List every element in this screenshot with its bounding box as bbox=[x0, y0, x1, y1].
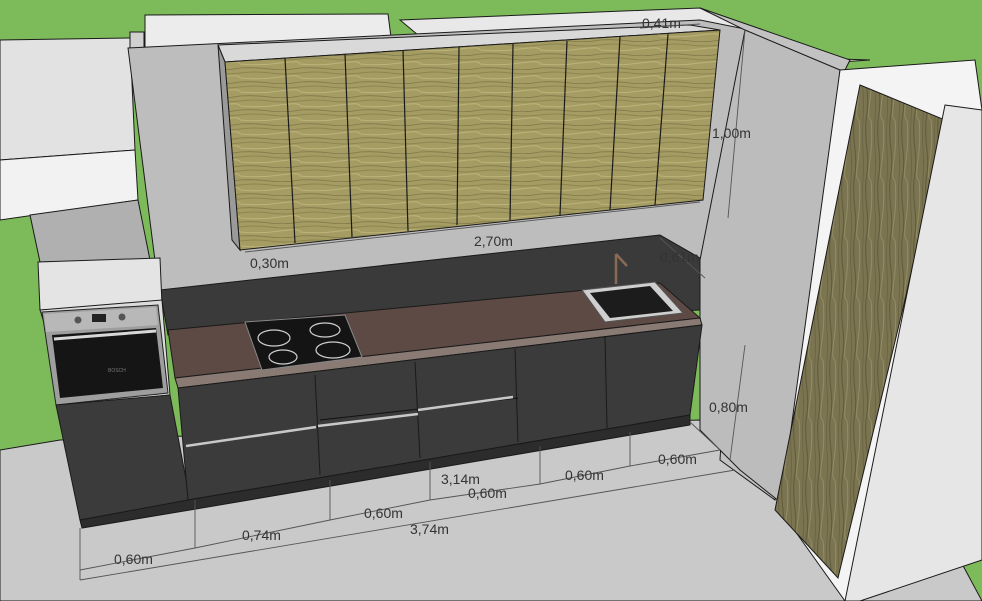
oven-column-base bbox=[55, 394, 191, 521]
dim-backsplash-height: 0,61m bbox=[660, 249, 699, 265]
dim-segment-4: 0,60m bbox=[468, 485, 507, 501]
dim-upper-height: 1,00m bbox=[712, 125, 751, 141]
oven-brand-label: BOSCH bbox=[108, 368, 126, 374]
kitchen-3d-diagram: BOSCH 0,41m 1,00m 0,30m 2,70m 0,61m 0,80… bbox=[0, 0, 982, 601]
dim-upper-width: 2,70m bbox=[474, 233, 513, 249]
dim-upper-depth: 0,41m bbox=[642, 15, 681, 31]
dim-segment-5: 0,60m bbox=[565, 467, 604, 483]
dim-segment-6: 0,60m bbox=[658, 451, 697, 467]
dim-upper-offset: 0,30m bbox=[250, 255, 289, 271]
oven-knob-right[interactable] bbox=[118, 313, 126, 321]
left-room-block bbox=[0, 37, 136, 161]
oven-knob-left[interactable] bbox=[74, 316, 82, 324]
oven[interactable]: BOSCH bbox=[41, 304, 169, 406]
dim-segment-3: 0,60m bbox=[364, 505, 403, 521]
chimney bbox=[129, 31, 145, 49]
dim-total-width: 3,74m bbox=[410, 521, 449, 537]
dim-base-height: 0,80m bbox=[709, 399, 748, 415]
oven-display bbox=[92, 314, 106, 322]
dim-segment-1: 0,60m bbox=[114, 551, 153, 567]
dim-segment-2: 0,74m bbox=[242, 527, 281, 543]
